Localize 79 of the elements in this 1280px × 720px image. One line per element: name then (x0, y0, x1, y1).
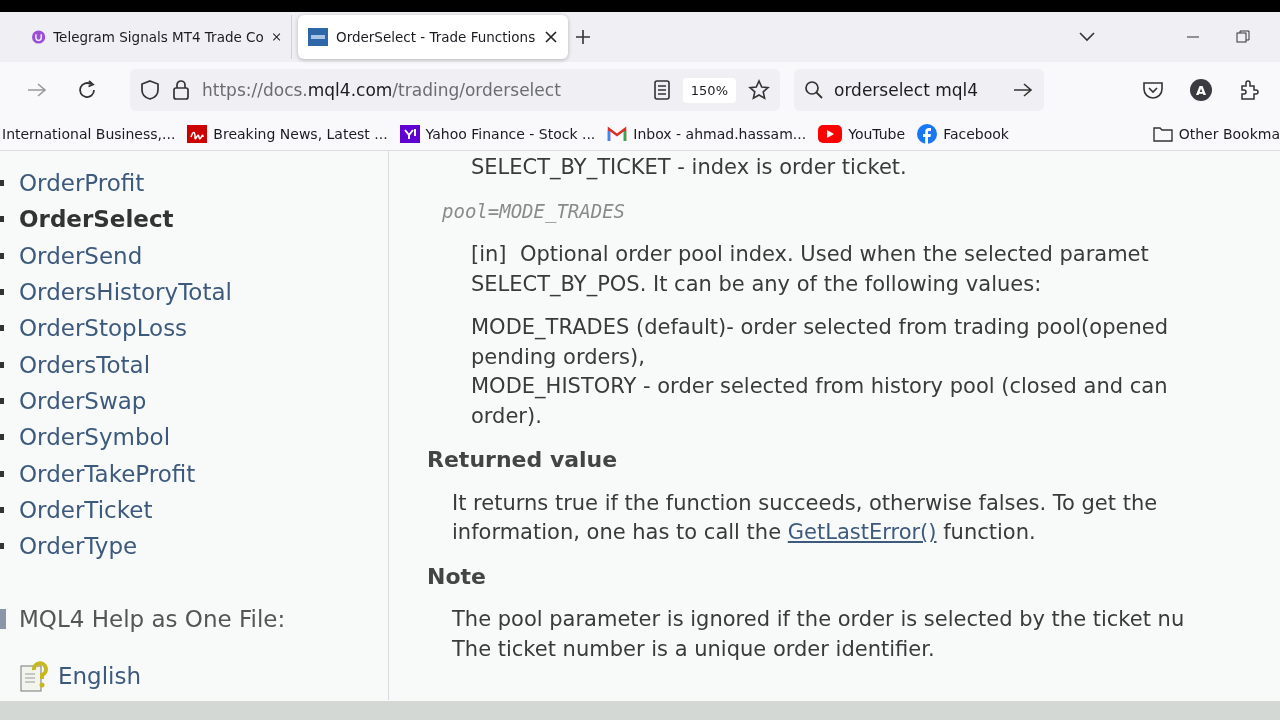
text-line: order). (471, 402, 543, 430)
arrow-right-icon[interactable] (1012, 81, 1034, 99)
star-icon[interactable] (748, 79, 770, 101)
list-bullet-icon (0, 506, 4, 513)
search-field[interactable]: orderselect mql4 (794, 69, 1044, 111)
bookmark-link[interactable]: Breaking News, Latest ... (187, 125, 388, 143)
section-heading: Returned value (427, 446, 619, 474)
list-bullet-icon (0, 252, 4, 259)
pocket-icon[interactable] (1142, 80, 1164, 100)
help-heading: MQL4 Help as One File: (19, 606, 286, 633)
close-icon[interactable] (271, 30, 281, 44)
text-line: information, one has to call the GetLastError() function. (452, 519, 1037, 546)
zoom-level-button[interactable]: 150% (682, 77, 736, 103)
news-logo-icon (187, 125, 208, 143)
mql-favicon-icon (308, 28, 328, 46)
section-heading: Note (427, 562, 487, 591)
close-icon[interactable] (544, 30, 558, 44)
list-bullet-icon (0, 361, 4, 368)
text-line: [in] Optional order pool index. Used when the selected paramet (471, 241, 1150, 268)
sidebar-link[interactable]: OrderSend (19, 242, 143, 269)
text-line: SELECT_BY_POS. It can be any of the following values: (471, 270, 1043, 299)
browser-tab[interactable]: OrderSelect - Trade Functions (298, 15, 568, 59)
reload-icon[interactable] (76, 79, 98, 101)
lock-icon (172, 79, 190, 101)
bookmark-folder[interactable]: Other Bookma (1152, 126, 1280, 142)
sidebar-link[interactable]: OrderStopLoss (19, 315, 188, 342)
english-link[interactable]: English (58, 663, 142, 690)
finance-logo-icon (399, 125, 420, 143)
sidebar-link[interactable]: OrderSymbol (19, 424, 171, 451)
address-bar[interactable]: https://docs.mql4.com/trading/orderselect 150% (130, 69, 780, 111)
function-link[interactable]: GetLastError() (787, 520, 937, 544)
telegram-favicon-icon (32, 27, 46, 47)
folder-icon (1152, 126, 1173, 142)
facebook-logo-icon (917, 124, 938, 144)
parameter-name: pool=MODE_TRADES (442, 198, 627, 225)
bookmark-link[interactable]: International Business,... (2, 126, 176, 142)
sidebar-link[interactable]: OrderProfit (19, 170, 145, 197)
sidebar-link[interactable]: OrderTicket (19, 496, 153, 523)
text-line: It returns true if the function succeeds, otherwise falses. To get the (452, 489, 1159, 517)
help-file-icon (20, 660, 48, 693)
account-avatar[interactable]: A (1190, 79, 1212, 101)
document-icon (0, 609, 6, 630)
url-text: https://docs.mql4.com/trading/orderselect (202, 80, 562, 100)
sidebar-link[interactable]: OrdersTotal (19, 351, 151, 378)
sidebar-link[interactable]: OrdersHistoryTotal (19, 279, 232, 306)
horizontal-scrollbar[interactable] (0, 701, 1280, 720)
list-bullet-icon (0, 434, 4, 441)
bookmark-link[interactable]: Inbox - ahmad.hassam... (607, 126, 807, 142)
bookmark-link[interactable]: Yahoo Finance - Stock ... (399, 125, 596, 143)
new-tab-icon[interactable] (574, 28, 592, 46)
list-bullet-icon (0, 289, 4, 296)
text-line: MODE_HISTORY - order selected from history pool (closed and can (471, 373, 1169, 401)
browser-tab[interactable]: Telegram Signals MT4 Trade Co (22, 15, 292, 59)
restore-icon[interactable] (1236, 30, 1250, 44)
chevron-down-icon[interactable] (1078, 31, 1096, 43)
sidebar-link[interactable]: OrderSwap (19, 387, 147, 414)
text-line: The ticket number is a unique order identifier. (452, 635, 936, 663)
text-line: The pool parameter is ignored if the order is selected by the ticket nu (452, 606, 1186, 633)
bookmark-link[interactable]: YouTube (818, 125, 906, 143)
envelope-icon (607, 126, 628, 142)
extensions-icon[interactable] (1238, 79, 1260, 101)
list-bullet-icon (0, 325, 4, 332)
text-line: MODE_TRADES (default)- order selected from trading pool(opened (471, 314, 1169, 342)
bookmark-link[interactable]: Facebook (917, 124, 1009, 144)
list-bullet-icon (0, 216, 4, 223)
text-line: SELECT_BY_TICKET - index is order ticket. (471, 154, 908, 182)
sidebar-link[interactable]: OrderTakeProfit (19, 460, 196, 487)
sidebar-link[interactable]: OrderType (19, 533, 138, 560)
reader-view-icon[interactable] (652, 80, 671, 100)
list-bullet-icon (0, 397, 4, 404)
sidebar-link[interactable]: OrderSelect (19, 206, 174, 233)
list-bullet-icon (0, 180, 4, 187)
text-line: pending orders), (471, 343, 646, 371)
list-bullet-icon (0, 470, 4, 477)
forward-arrow-icon[interactable] (26, 81, 48, 99)
list-bullet-icon (0, 543, 4, 550)
play-logo-icon (818, 125, 843, 143)
shield-icon (140, 79, 160, 101)
search-icon (804, 80, 824, 100)
